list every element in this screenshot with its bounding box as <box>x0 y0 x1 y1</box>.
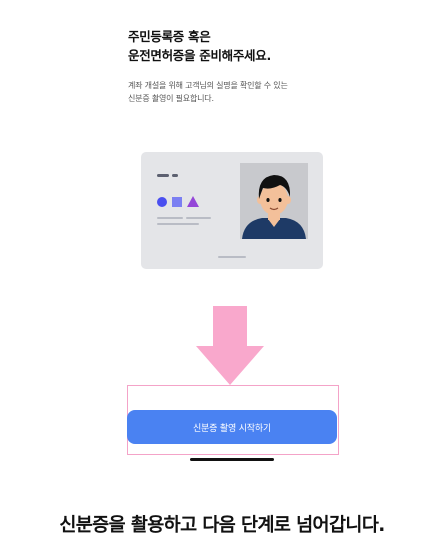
title-line-1: 주민등록증 혹은 <box>128 29 211 44</box>
card-text-line <box>186 217 211 219</box>
person-portrait-icon <box>240 163 308 239</box>
circle-shape <box>157 197 167 207</box>
title-line-2: 운전면허증을 준비해주세요. <box>128 48 271 63</box>
id-card-icon <box>141 152 323 269</box>
caption: 신분증을 촬용하고 다음 단계로 넘어갑니다. <box>59 515 385 536</box>
start-id-capture-button[interactable]: 신분증 촬영 시작하기 <box>127 410 337 444</box>
triangle-shape <box>187 196 199 207</box>
card-bottom-line <box>218 256 246 258</box>
description-line-1: 계좌 개설을 위해 고객님의 실명을 확인할 수 있는 <box>128 81 288 90</box>
page-title: 주민등록증 혹은 운전면허증을 준비해주세요. <box>128 27 388 65</box>
home-indicator[interactable] <box>190 458 274 461</box>
description-line-2: 신분증 촬영이 필요합니다. <box>128 94 214 103</box>
card-dash-long <box>157 174 169 177</box>
card-dash-short <box>172 174 178 177</box>
card-text-line <box>157 223 199 225</box>
description: 계좌 개설을 위해 고객님의 실명을 확인할 수 있는 신분증 촬영이 필요합니… <box>128 79 388 105</box>
square-shape <box>172 197 182 207</box>
arrow-down-icon <box>196 306 264 385</box>
card-text-line <box>157 217 183 219</box>
